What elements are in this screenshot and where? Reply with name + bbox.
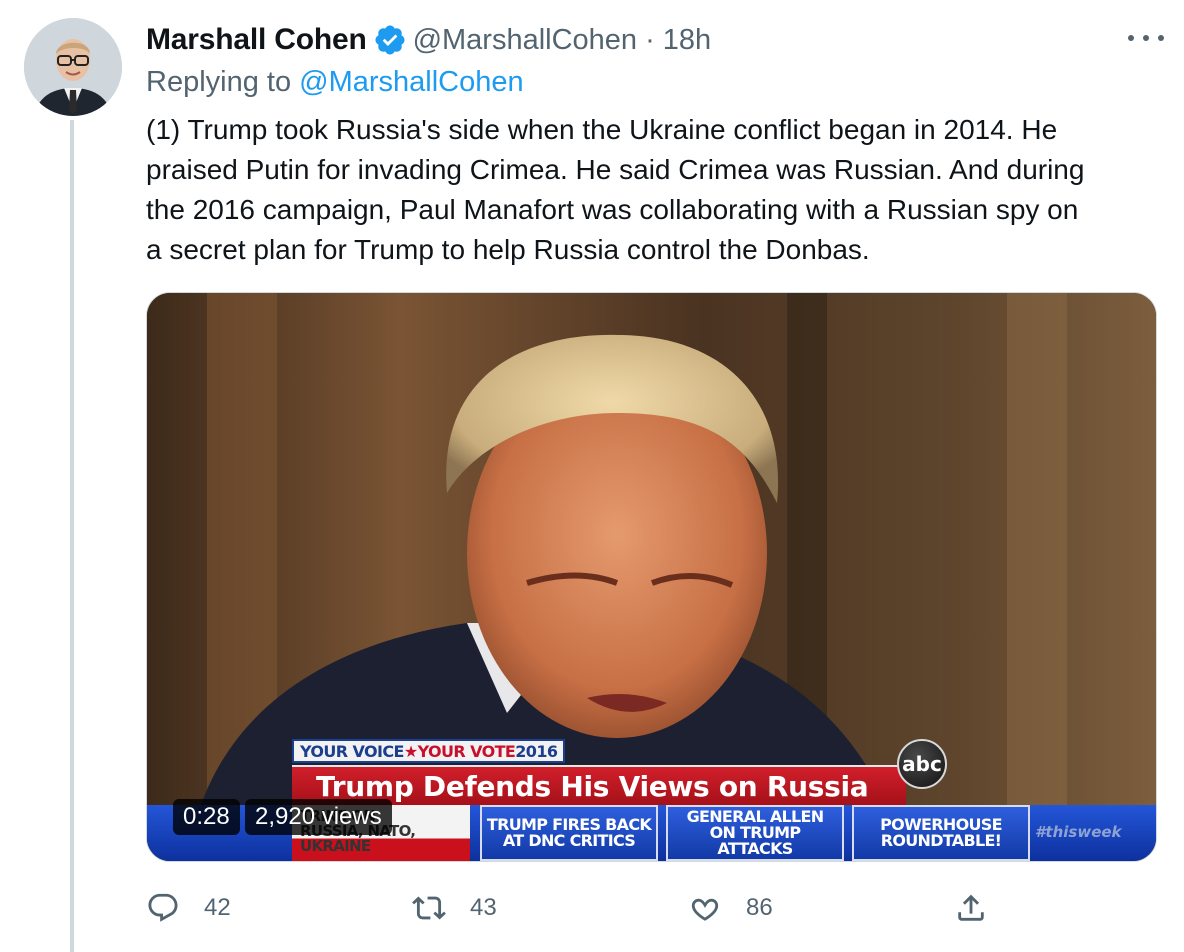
heart-icon [691,898,719,921]
like-count: 86 [746,894,773,921]
retweet-button[interactable]: 43 [412,886,497,930]
display-name[interactable]: Marshall Cohen [146,23,367,57]
ticker-item: POWERHOUSE ROUNDTABLE! [852,805,1030,861]
more-dot [1128,35,1134,41]
video-player[interactable]: YOUR VOICE ★ YOUR VOTE 2016 Trump Defend… [146,292,1157,862]
tweet-text-line: (1) Trump took Russia's side when the Uk… [146,114,1058,145]
ticker-item: GENERAL ALLEN ON TRUMP ATTACKS [666,805,844,861]
action-bar: 42 43 86 [146,886,1156,930]
share-icon [958,894,984,921]
separator-dot: · [645,23,655,56]
video-duration: 0:28 [173,799,240,835]
show-tag: YOUR VOICE ★ YOUR VOTE 2016 [292,739,566,763]
share-button[interactable] [954,886,988,930]
tweet[interactable]: Marshall Cohen @MarshallCohen · 18h Repl… [0,0,1184,952]
timestamp[interactable]: 18h [663,24,711,57]
tweet-header: Marshall Cohen @MarshallCohen · 18h [146,20,711,60]
avatar[interactable] [24,18,122,116]
replying-to-link[interactable]: @MarshallCohen [299,66,523,98]
retweet-count: 43 [470,894,497,921]
tweet-text-line: a secret plan for Trump to help Russia c… [146,234,870,265]
video-views: 2,920 views [245,799,392,835]
tweet-text-line: the 2016 campaign, Paul Manafort was col… [146,194,1079,225]
more-dot [1158,35,1164,41]
tag-part2: YOUR VOTE [417,741,516,761]
hashtag: #thisweek [1035,823,1122,841]
network-logo: abc [897,739,947,789]
ticker-item: TRUMP FIRES BACK AT DNC CRITICS [480,805,658,861]
reply-button[interactable]: 42 [146,886,231,930]
reply-icon [148,893,178,922]
tweet-text-line: praised Putin for invading Crimea. He sa… [146,154,1085,185]
retweet-icon [412,896,446,920]
tag-star-icon: ★ [403,741,418,761]
more-dot [1143,35,1149,41]
like-button[interactable]: 86 [688,886,773,930]
tag-part1: YOUR VOICE [300,741,404,761]
profile-photo-icon [24,18,122,116]
more-options-icon[interactable] [1128,26,1164,50]
thread-line [70,120,74,952]
reply-count: 42 [204,894,231,921]
tweet-text: (1) Trump took Russia's side when the Uk… [146,110,1156,270]
tag-year: 2016 [515,741,558,761]
author-handle[interactable]: @MarshallCohen [413,24,637,57]
replying-prefix: Replying to [146,66,292,98]
replying-to: Replying to @MarshallCohen [146,66,524,99]
verified-badge-icon [373,23,407,57]
